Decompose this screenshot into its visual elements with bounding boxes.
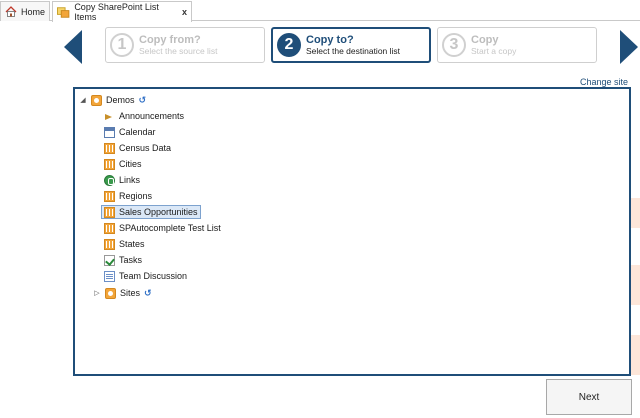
tree-item-label: SPAutocomplete Test List: [119, 223, 221, 233]
close-icon[interactable]: x: [182, 7, 187, 17]
tree-item-team-discussion[interactable]: Team Discussion: [102, 269, 189, 283]
step-number-badge: 1: [110, 33, 134, 57]
previous-step-arrow-icon[interactable]: [64, 30, 82, 64]
step-title: Copy to?: [306, 34, 354, 46]
tree-item-tasks[interactable]: Tasks: [102, 253, 144, 267]
tab-copy-list-items[interactable]: Copy SharePoint List Items x: [52, 1, 192, 22]
wizard-step-copy-from[interactable]: 1 Copy from? Select the source list: [105, 27, 265, 63]
tab-home[interactable]: Home: [0, 1, 50, 21]
list-icon: [104, 190, 115, 202]
list-icon: [104, 222, 115, 234]
tree-node-sites[interactable]: ▷ Sites ↺: [91, 286, 154, 300]
home-icon: [5, 6, 17, 17]
expand-icon[interactable]: ▷: [93, 289, 101, 297]
step-number-badge: 3: [442, 33, 466, 57]
tree-item-regions[interactable]: Regions: [102, 189, 154, 203]
calendar-icon: [104, 126, 115, 138]
list-icon: [104, 238, 115, 250]
tree-node-label: Demos: [106, 95, 135, 105]
sync-icon: ↺: [144, 287, 152, 298]
tree-item-calendar[interactable]: Calendar: [102, 125, 158, 139]
step-title: Copy from?: [139, 34, 201, 46]
wizard-step-copy-to[interactable]: 2 Copy to? Select the destination list: [271, 27, 431, 63]
tree-item-label: Links: [119, 175, 141, 185]
tree-item-label: Census Data: [119, 143, 172, 153]
tree-item-label: Sales Opportunities: [119, 207, 198, 217]
tree-item-links[interactable]: Links: [102, 173, 142, 187]
tab-bar: Home Copy SharePoint List Items x: [0, 0, 640, 22]
announcements-icon: [104, 111, 115, 122]
tree-item-cities[interactable]: Cities: [102, 157, 144, 171]
wizard-step-copy[interactable]: 3 Copy Start a copy: [437, 27, 597, 63]
site-icon: [105, 287, 116, 299]
step-number-badge: 2: [277, 33, 301, 57]
tree-node-label: Sites: [120, 288, 141, 298]
site-icon: [91, 94, 102, 106]
list-icon: [104, 142, 115, 154]
tree-node-demos[interactable]: ◢ Demos ↺: [77, 93, 148, 107]
tab-home-label: Home: [20, 6, 45, 17]
tree-item-label: Tasks: [119, 255, 143, 265]
next-step-arrow-icon[interactable]: [620, 30, 638, 64]
change-site-link[interactable]: Change site: [580, 77, 628, 87]
tab-copy-label: Copy SharePoint List Items: [74, 2, 159, 22]
tasks-icon: [104, 254, 115, 266]
tree-item-spautocomplete-test-list[interactable]: SPAutocomplete Test List: [102, 221, 223, 235]
tree-item-sales-opportunities[interactable]: Sales Opportunities: [101, 205, 201, 219]
tree-item-label: States: [119, 239, 145, 249]
links-icon: [104, 174, 115, 186]
next-button[interactable]: Next: [546, 379, 632, 415]
list-icon: [104, 158, 115, 170]
tree-item-label: Cities: [119, 159, 142, 169]
tree-item-label: Calendar: [119, 127, 156, 137]
step-subtitle: Start a copy: [471, 46, 517, 56]
list-icon: [104, 206, 115, 218]
step-title: Copy: [471, 34, 499, 46]
tree-item-census-data[interactable]: Census Data: [102, 141, 173, 155]
sync-icon: ↺: [138, 94, 147, 105]
tree-item-label: Announcements: [119, 111, 185, 121]
collapse-icon[interactable]: ◢: [79, 96, 87, 104]
tree-item-announcements[interactable]: Announcements: [102, 109, 186, 123]
step-subtitle: Select the source list: [139, 46, 218, 56]
tree-item-label: Regions: [119, 191, 153, 201]
copy-list-icon: [57, 6, 70, 18]
destination-list-tree[interactable]: ◢ Demos ↺ Announcements Calendar Census …: [73, 87, 631, 376]
discussion-icon: [104, 270, 115, 282]
step-subtitle: Select the destination list: [306, 46, 401, 56]
tree-item-states[interactable]: States: [102, 237, 147, 251]
tree-item-label: Team Discussion: [119, 271, 188, 281]
